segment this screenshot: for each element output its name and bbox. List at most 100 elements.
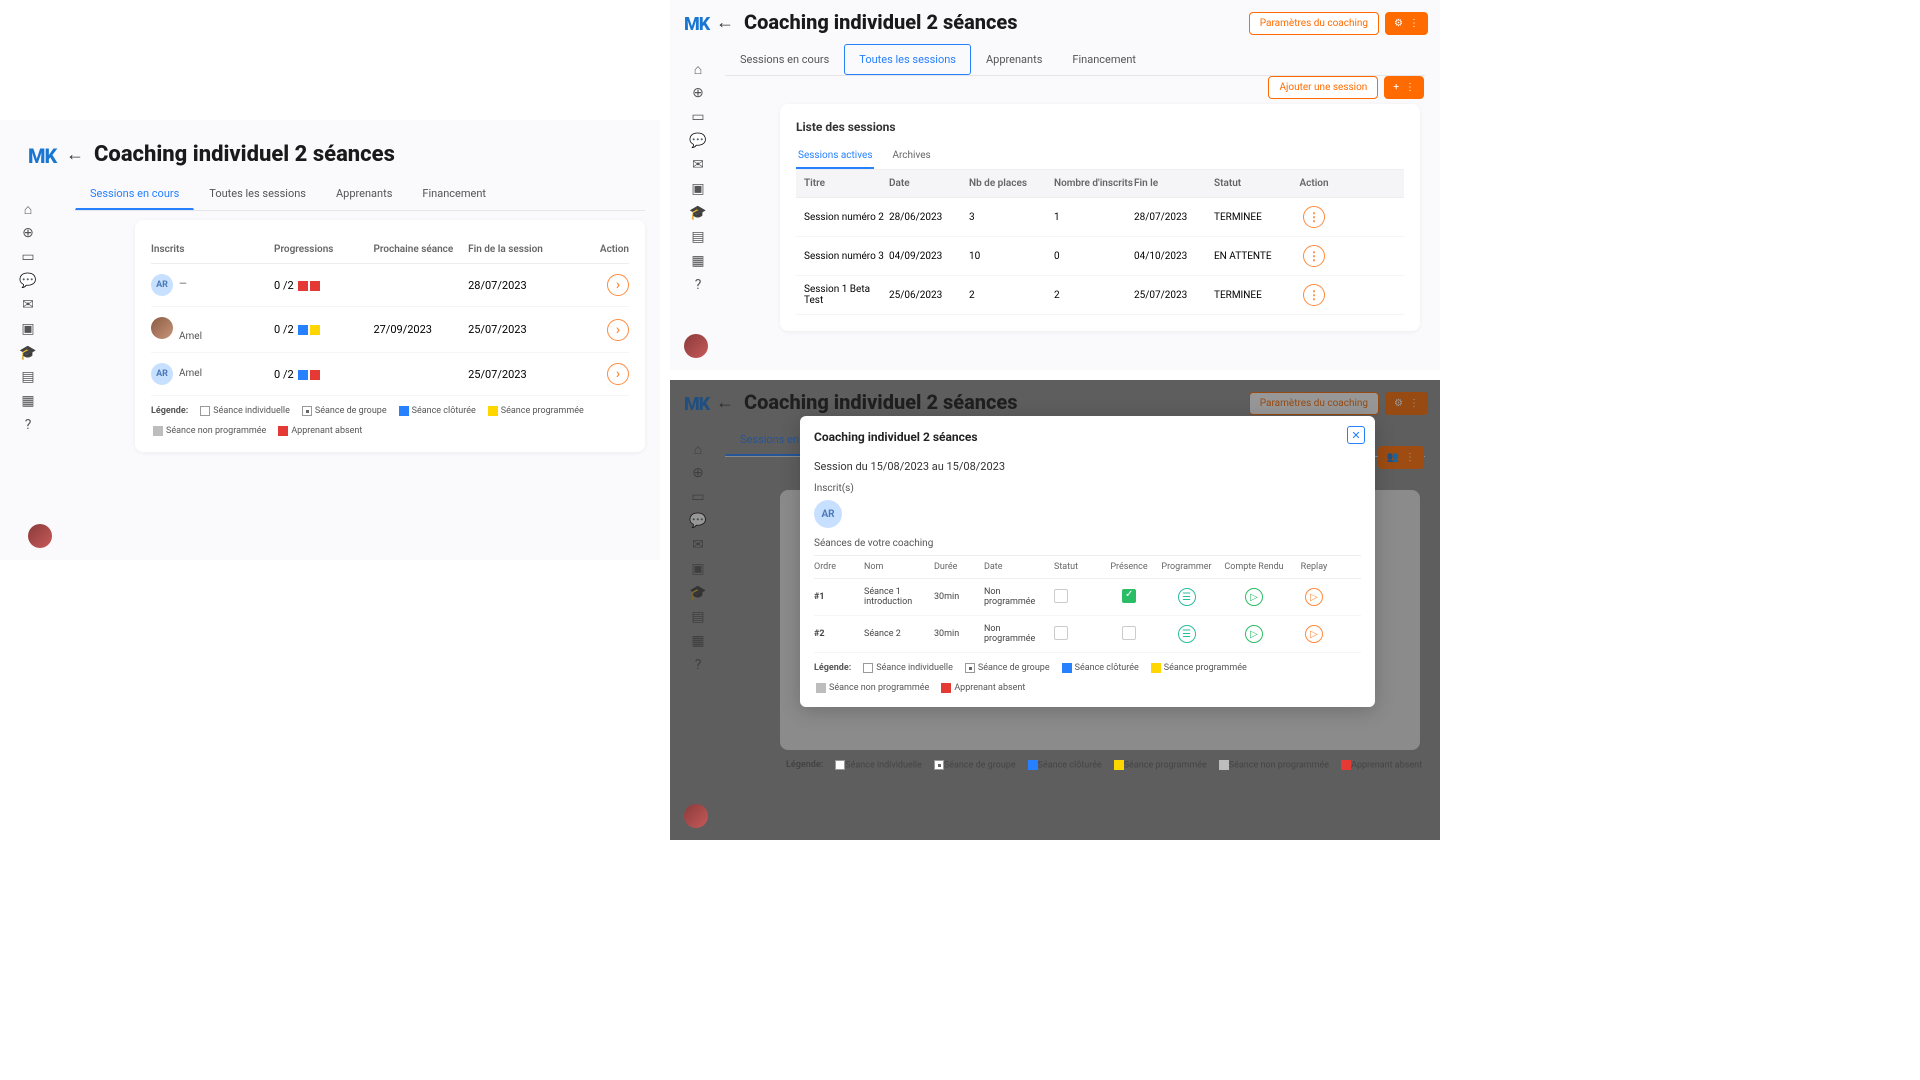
avatar[interactable]: AR [151,363,173,385]
sidebar-tile-icon[interactable]: ▦ [689,252,707,270]
add-icon-button[interactable]: +⋮ [1384,76,1424,99]
programmer-button[interactable]: ☰ [1178,625,1196,643]
tab-3[interactable]: Financement [1057,44,1151,75]
action-button[interactable] [1303,245,1325,267]
presence-checkbox[interactable] [1122,589,1136,603]
panel-toutes-sessions: MK ← Coaching individuel 2 séances Param… [670,0,1440,370]
sidebar-mail-icon[interactable]: ✉ [19,296,37,314]
fin-date: 25/07/2023 [468,368,591,381]
sidebar-globe-icon[interactable]: ⊕ [689,84,707,102]
legend-square [863,663,873,673]
legend-square [153,426,163,436]
sidebar: ⌂ ⊕ ▭ 💬 ✉ ▣ 🎓 ▤ ▦? [0,180,56,434]
add-session-button[interactable]: Ajouter une session [1268,76,1378,99]
subtab-1[interactable]: Archives [890,144,932,169]
tab-1[interactable]: Toutes les sessions [194,178,321,210]
tab-2[interactable]: Apprenants [971,44,1057,75]
action-button[interactable] [1303,206,1325,228]
sidebar-suitcase-icon[interactable]: ▣ [689,180,707,198]
settings-icon-button[interactable]: ⚙⋮ [1385,12,1428,35]
replay-button[interactable]: ▷ [1305,625,1323,643]
legend-square [200,406,210,416]
logo: MK [28,144,56,168]
sidebar-home-icon[interactable]: ⌂ [689,60,707,78]
statut-checkbox[interactable] [1054,626,1068,640]
legend-item: Apprenant absent [939,683,1025,693]
user-avatar[interactable] [684,334,708,358]
sidebar-chat-icon[interactable]: 💬 [689,132,707,150]
logo: MK [684,14,709,35]
sidebar-globe-icon[interactable]: ⊕ [19,224,37,242]
legend-item: Séance individuelle [198,406,290,416]
action-button[interactable] [607,274,629,296]
cell-inscrits: 2 [1054,290,1134,301]
cell-inscrits: 1 [1054,212,1134,223]
programmer-button[interactable]: ☰ [1178,588,1196,606]
legend-item: Séance individuelle [833,760,922,770]
sidebar-suitcase-icon[interactable]: ▣ [19,320,37,338]
progress-square [298,325,308,335]
sidebar-cap-icon[interactable]: 🎓 [689,204,707,222]
sidebar-cap-icon[interactable]: 🎓 [19,344,37,362]
sidebar-help-icon[interactable]: ? [689,276,707,294]
cell-fin: 28/07/2023 [1134,212,1214,223]
modal-row: #1 Séance 1 introduction 30min Non progr… [814,579,1361,616]
tab-0[interactable]: Sessions en cours [75,178,194,210]
avatar[interactable]: AR [151,274,173,296]
sidebar-book-icon[interactable]: ▭ [19,248,37,266]
legend-item: Apprenant absent [276,426,362,436]
sidebar-mail-icon[interactable]: ✉ [689,156,707,174]
presence-checkbox[interactable] [1122,626,1136,640]
legend-square [835,760,845,770]
subtab-0[interactable]: Sessions actives [796,144,874,169]
back-button[interactable]: ← [710,12,740,33]
table-row: AR— 0 /2 28/07/2023 [151,264,629,307]
add-row: Ajouter une session +⋮ [1268,76,1424,99]
col-action: Action [1294,178,1334,189]
legend-square [1114,760,1124,770]
more-icon: ⋮ [1405,82,1415,93]
progress-text: 0 /2 [274,323,294,336]
cell-statut: TERMINEE [1214,212,1294,223]
cell-fin: 25/07/2023 [1134,290,1214,301]
legend-item: Séance de groupe [932,760,1016,770]
compte-button[interactable]: ▷ [1245,625,1263,643]
avatar[interactable] [151,317,173,339]
tab-2[interactable]: Apprenants [321,178,407,210]
legend-item: Séance programmée [486,406,584,416]
progress-text: 0 /2 [274,368,294,381]
sidebar: ⌂ ⊕ ▭ 💬 ✉ ▣ 🎓 ▤ ▦? [670,40,726,294]
sidebar-book-icon[interactable]: ▭ [689,108,707,126]
legend-item: Séance individuelle [861,663,953,673]
action-button[interactable] [607,363,629,385]
user-avatar[interactable] [28,524,52,548]
settings-button[interactable]: Paramètres du coaching [1249,12,1379,35]
card-title: Liste des sessions [796,120,1404,134]
replay-button[interactable]: ▷ [1305,588,1323,606]
panel-sessions-en-cours: MK ← Coaching individuel 2 séances ⌂⊕▭💬✉… [0,120,660,560]
inscrit-avatar[interactable]: AR [814,500,842,528]
sidebar-layers-icon[interactable]: ▤ [19,368,37,386]
statut-checkbox[interactable] [1054,589,1068,603]
tab-0[interactable]: Sessions en cours [725,44,844,75]
tab-3[interactable]: Financement [407,178,501,210]
back-button[interactable]: ← [60,144,90,165]
cell-titre: Session numéro 2 [804,212,889,223]
sidebar-home-icon[interactable]: ⌂ [19,200,37,218]
user-avatar[interactable] [684,804,708,828]
cell-statut: EN ATTENTE [1214,251,1294,262]
legend-square [278,426,288,436]
sidebar-tile-icon[interactable]: ▦ [19,392,37,410]
legend-square [941,683,951,693]
close-button[interactable]: ✕ [1347,426,1365,444]
legend-label: Légende: [814,663,851,673]
subtabs: Sessions actives Archives [796,144,1404,170]
sidebar-help-icon[interactable]: ? [19,416,37,434]
sidebar-chat-icon[interactable]: 💬 [19,272,37,290]
action-button[interactable] [607,319,629,341]
sidebar-layers-icon[interactable]: ▤ [689,228,707,246]
compte-button[interactable]: ▷ [1245,588,1263,606]
page-title: Coaching individuel 2 séances [744,10,1018,34]
action-button[interactable] [1303,284,1325,306]
tab-1[interactable]: Toutes les sessions [844,44,971,75]
